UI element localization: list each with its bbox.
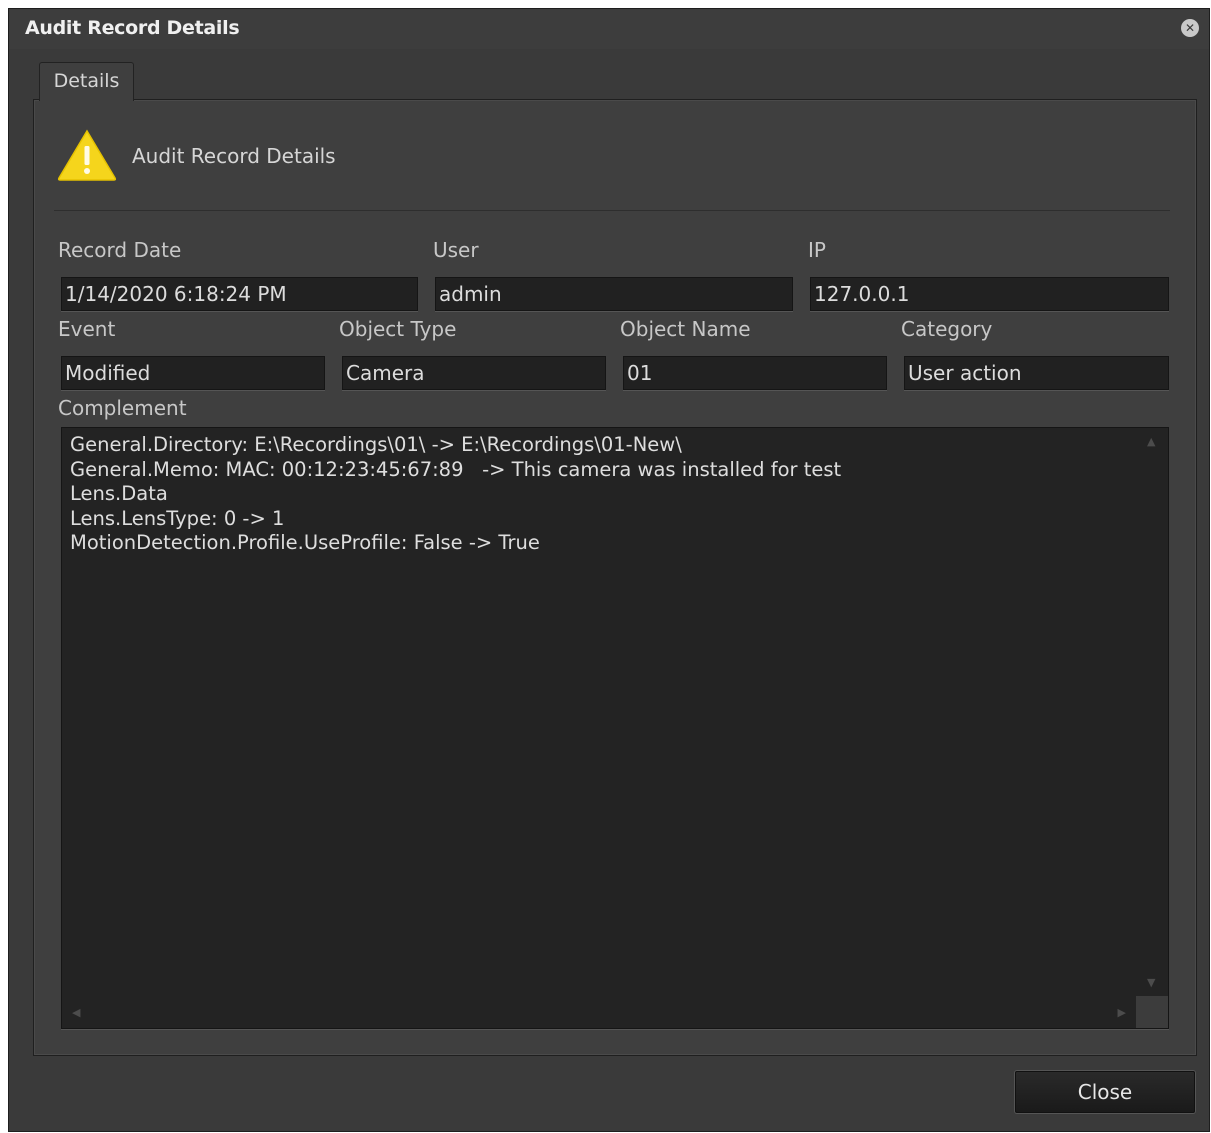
ip-label: IP xyxy=(808,238,826,262)
object-type-field[interactable]: Camera xyxy=(342,356,606,390)
audit-record-dialog: Audit Record Details ✕ Details Audit Rec… xyxy=(8,8,1210,1132)
complement-text: General.Directory: E:\Recordings\01\ -> … xyxy=(70,433,841,556)
object-name-field[interactable]: 01 xyxy=(623,356,887,390)
category-label: Category xyxy=(901,317,993,341)
horizontal-scrollbar[interactable]: ◀ ▶ xyxy=(62,996,1136,1028)
close-button[interactable]: Close xyxy=(1015,1071,1195,1113)
record-date-label: Record Date xyxy=(58,238,182,262)
scroll-up-arrow-icon[interactable]: ▲ xyxy=(1147,436,1155,447)
object-type-label: Object Type xyxy=(339,317,457,341)
details-panel: Audit Record Details Record Date 1/14/20… xyxy=(33,99,1197,1056)
record-date-field[interactable]: 1/14/2020 6:18:24 PM xyxy=(61,277,418,311)
object-name-label: Object Name xyxy=(620,317,751,341)
divider xyxy=(54,210,1170,211)
event-field[interactable]: Modified xyxy=(61,356,325,390)
user-field[interactable]: admin xyxy=(435,277,793,311)
title-bar[interactable]: Audit Record Details ✕ xyxy=(9,9,1209,49)
category-field[interactable]: User action xyxy=(904,356,1169,390)
tab-details[interactable]: Details xyxy=(39,62,134,101)
close-circle-icon[interactable]: ✕ xyxy=(1181,19,1199,37)
user-label: User xyxy=(433,238,479,262)
scroll-right-arrow-icon[interactable]: ▶ xyxy=(1118,1007,1126,1018)
scroll-down-arrow-icon[interactable]: ▼ xyxy=(1147,977,1155,988)
ip-field[interactable]: 127.0.0.1 xyxy=(810,277,1169,311)
complement-line: Lens.LensType: 0 -> 1 xyxy=(70,506,285,530)
warning-triangle-icon xyxy=(57,129,117,181)
scrollbar-corner xyxy=(1136,996,1168,1028)
scroll-left-arrow-icon[interactable]: ◀ xyxy=(72,1007,80,1018)
window-title: Audit Record Details xyxy=(25,17,240,39)
complement-label: Complement xyxy=(58,396,187,420)
complement-textarea[interactable]: General.Directory: E:\Recordings\01\ -> … xyxy=(61,427,1169,1029)
complement-line: Lens.Data xyxy=(70,482,168,505)
complement-line: General.Memo: MAC: 00:12:23:45:67:89 -> … xyxy=(70,457,842,481)
complement-line: MotionDetection.Profile.UseProfile: Fals… xyxy=(70,531,540,554)
event-label: Event xyxy=(58,317,116,341)
vertical-scrollbar[interactable]: ▲ ▼ xyxy=(1136,428,1168,996)
complement-line: General.Directory: E:\Recordings\01\ -> … xyxy=(70,433,682,456)
header-title: Audit Record Details xyxy=(132,144,336,168)
